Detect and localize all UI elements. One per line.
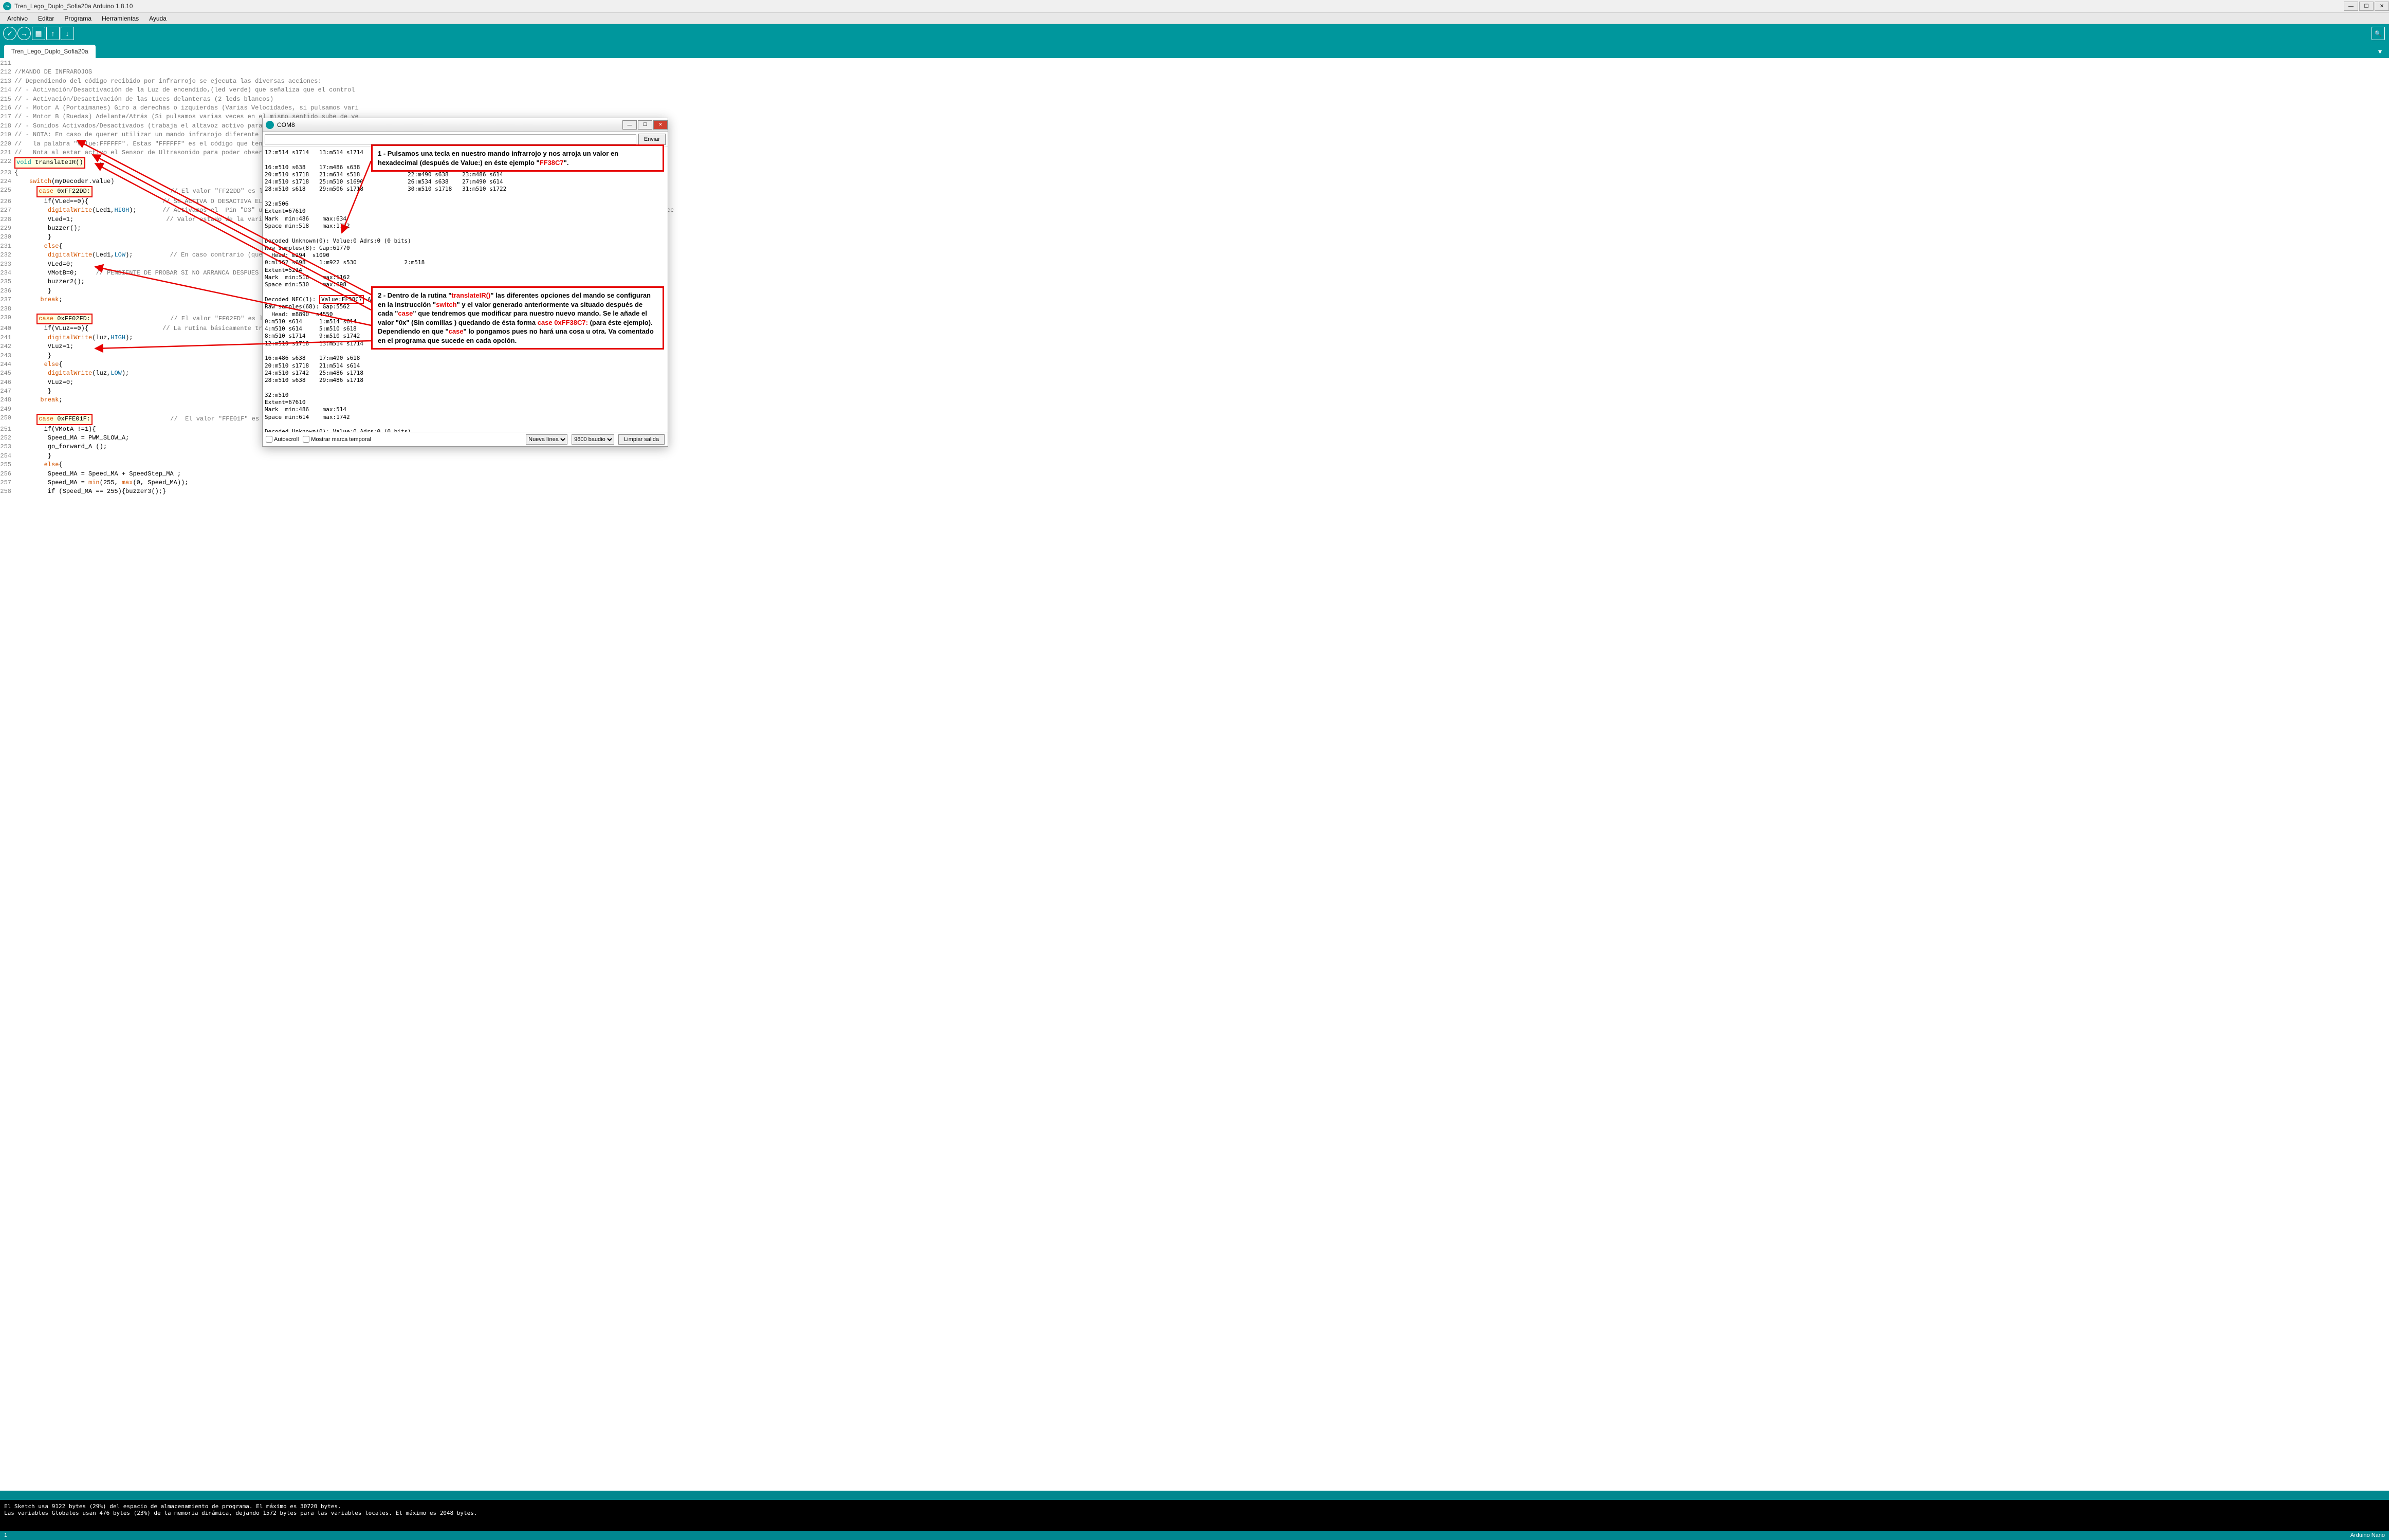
clear-output-button[interactable]: Limpiar salida	[618, 434, 665, 445]
serial-maximize-button[interactable]: ☐	[638, 120, 652, 130]
output-console[interactable]: El Sketch usa 9122 bytes (29%) del espac…	[0, 1500, 2389, 1531]
board-label: Arduino Nano	[2350, 1532, 2385, 1538]
menu-editar[interactable]: Editar	[33, 13, 59, 24]
window-title: Tren_Lego_Duplo_Sofia20a Arduino 1.8.10	[14, 3, 2343, 10]
arduino-icon	[266, 121, 274, 129]
open-button[interactable]: ↑	[46, 27, 60, 40]
save-button[interactable]: ↓	[61, 27, 74, 40]
tab-dropdown[interactable]: ▾	[2376, 45, 2384, 58]
compile-status-bar	[0, 1491, 2389, 1500]
menu-herramientas[interactable]: Herramientas	[97, 13, 144, 24]
minimize-button[interactable]: —	[2344, 2, 2358, 11]
new-button[interactable]: ▦	[32, 27, 45, 40]
window-titlebar: ∞ Tren_Lego_Duplo_Sofia20a Arduino 1.8.1…	[0, 0, 2389, 13]
line-ending-select[interactable]: Nueva línea	[526, 434, 567, 445]
serial-input[interactable]	[265, 134, 636, 144]
timestamp-checkbox[interactable]: Mostrar marca temporal	[303, 436, 371, 443]
sketch-tab[interactable]: Tren_Lego_Duplo_Sofia20a	[4, 45, 96, 58]
menu-ayuda[interactable]: Ayuda	[144, 13, 172, 24]
menu-programa[interactable]: Programa	[59, 13, 97, 24]
editor-area: 211212//MANDO DE INFRAROJOS213// Dependi…	[0, 58, 2389, 1491]
annotation-callout-2: 2 - Dentro de la rutina "translateIR()" …	[371, 286, 664, 350]
serial-send-button[interactable]: Enviar	[638, 134, 666, 145]
baud-select[interactable]: 9600 baudio	[572, 434, 614, 445]
serial-minimize-button[interactable]: —	[622, 120, 637, 130]
serial-close-button[interactable]: ✕	[653, 120, 668, 130]
tab-bar: Tren_Lego_Duplo_Sofia20a ▾	[0, 43, 2389, 58]
close-button[interactable]: ✕	[2375, 2, 2389, 11]
maximize-button[interactable]: ☐	[2359, 2, 2374, 11]
toolbar: ✓ → ▦ ↑ ↓ 🔍	[0, 24, 2389, 43]
autoscroll-checkbox[interactable]: Autoscroll	[266, 436, 299, 443]
arduino-icon: ∞	[3, 2, 11, 10]
annotation-callout-1: 1 - Pulsamos una tecla en nuestro mando …	[371, 144, 664, 172]
verify-button[interactable]: ✓	[3, 27, 16, 40]
cursor-position: 1	[4, 1532, 7, 1538]
serial-title: COM8	[277, 121, 621, 129]
serial-titlebar: COM8 — ☐ ✕	[263, 118, 668, 132]
serial-footer: Autoscroll Mostrar marca temporal Nueva …	[263, 432, 668, 446]
upload-button[interactable]: →	[17, 27, 31, 40]
serial-monitor-button[interactable]: 🔍	[2372, 27, 2385, 40]
board-status-bar: 1 Arduino Nano	[0, 1531, 2389, 1540]
menu-bar: Archivo Editar Programa Herramientas Ayu…	[0, 13, 2389, 24]
menu-archivo[interactable]: Archivo	[2, 13, 33, 24]
